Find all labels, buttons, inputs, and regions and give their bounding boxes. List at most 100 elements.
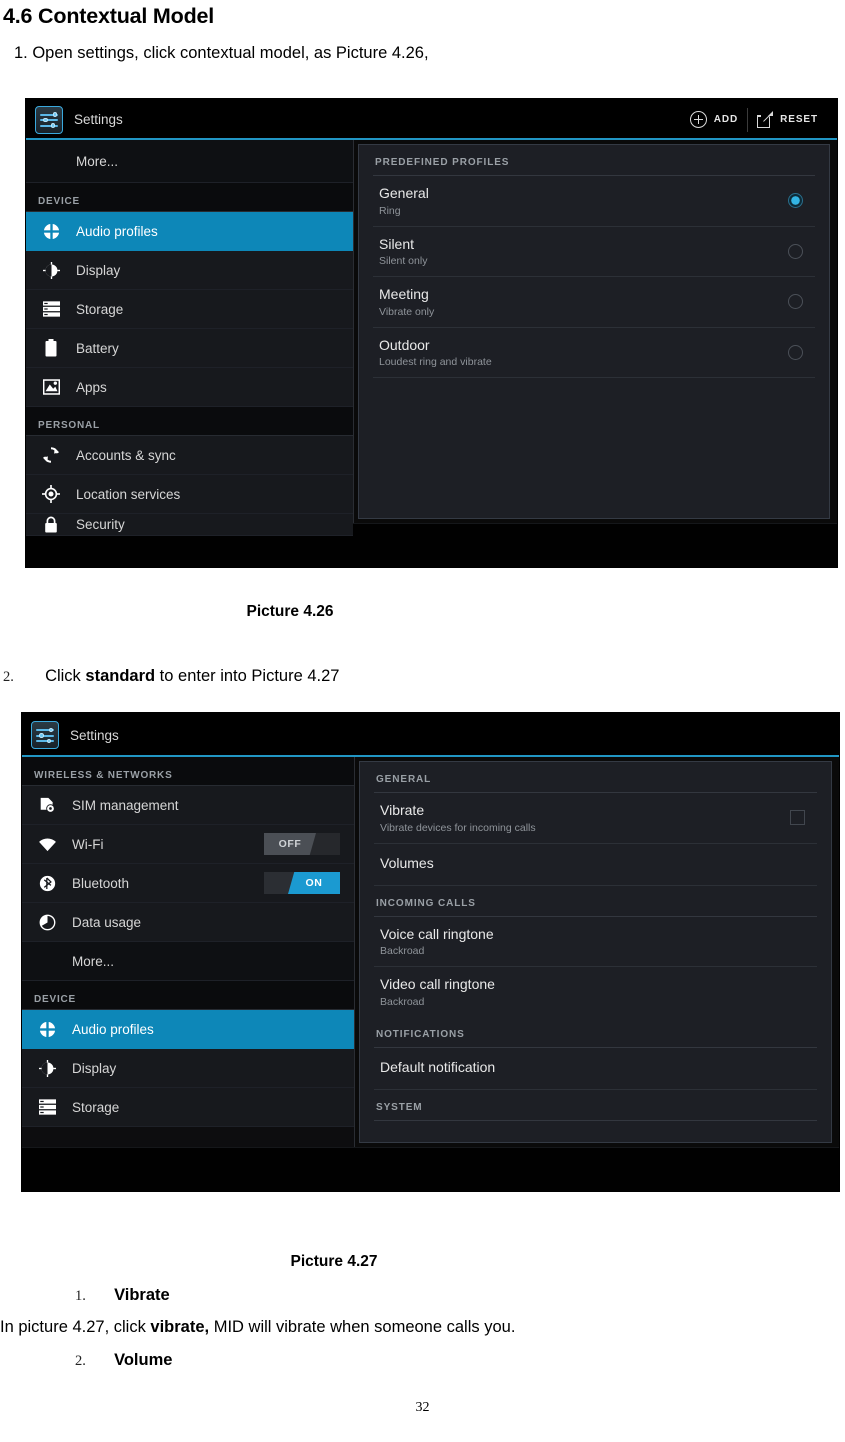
vibrate-checkbox[interactable] xyxy=(790,810,805,826)
setting-row-voice-call-ringtone[interactable]: Voice call ringtone Backroad xyxy=(374,917,817,967)
settings-sidebar-427: WIRELESS & NETWORKS SIM management Wi-Fi xyxy=(22,757,355,1147)
setting-row-default-notification[interactable]: Default notification xyxy=(374,1048,817,1090)
sidebar-item-label: Storage xyxy=(76,301,124,317)
sidebar-item-sim-management[interactable]: SIM management xyxy=(22,786,354,825)
profile-subtitle: Vibrate only xyxy=(379,305,435,318)
wifi-toggle-label: OFF xyxy=(264,833,316,855)
add-button[interactable]: ADD xyxy=(681,99,747,140)
step-2-number: 2. xyxy=(3,669,14,685)
sidebar-item-audio-profiles[interactable]: Audio profiles xyxy=(22,1010,354,1049)
sidebar-item-storage[interactable]: Storage xyxy=(26,290,353,329)
profile-row-silent[interactable]: Silent Silent only xyxy=(373,227,815,277)
group-header-general: GENERAL xyxy=(374,762,817,793)
bluetooth-toggle[interactable]: ON xyxy=(264,872,340,894)
sidebar-item-label: Accounts & sync xyxy=(76,447,176,463)
profile-row-meeting[interactable]: Meeting Vibrate only xyxy=(373,277,815,328)
android-navigation-bar-427[interactable] xyxy=(22,1147,839,1191)
sidebar-item-label: Data usage xyxy=(72,914,142,930)
document-page: 4.6 Contextual Model 1. Open settings, c… xyxy=(0,0,845,1415)
sidebar-item-security[interactable]: Security xyxy=(26,514,353,536)
sub-item-2-volume: 2. Volume xyxy=(75,1351,172,1370)
sidebar-header-label: PERSONAL xyxy=(38,420,100,431)
wifi-toggle[interactable]: OFF xyxy=(264,833,340,855)
setting-row-volumes[interactable]: Volumes xyxy=(374,844,817,886)
sidebar-header-label: WIRELESS & NETWORKS xyxy=(34,770,173,781)
app-title-426: Settings xyxy=(74,112,123,127)
sidebar-item-wifi[interactable]: Wi-Fi OFF xyxy=(22,825,354,864)
audio-profiles-icon xyxy=(36,1020,58,1038)
page-title: 4.6 Contextual Model xyxy=(3,4,215,28)
setting-row-video-call-ringtone[interactable]: Video call ringtone Backroad xyxy=(374,967,817,1017)
sidebar-item-label: SIM management xyxy=(72,797,179,813)
sidebar-item-label: Display xyxy=(72,1060,117,1076)
sidebar-item-audio-profiles[interactable]: Audio profiles xyxy=(26,212,353,251)
group-header-incoming-calls: INCOMING CALLS xyxy=(374,886,817,917)
sidebar-item-label: Security xyxy=(76,517,125,532)
sub-item-1-number: 1. xyxy=(75,1288,86,1304)
sidebar-header-label: DEVICE xyxy=(38,196,81,207)
bluetooth-toggle-label: ON xyxy=(288,872,340,894)
setting-row-vibrate[interactable]: Vibrate Vibrate devices for incoming cal… xyxy=(374,793,817,844)
sub-item-1-body-bold: vibrate, xyxy=(150,1318,210,1336)
settings-detail-pane-427: GENERAL Vibrate Vibrate devices for inco… xyxy=(355,757,839,1147)
profile-text: General Ring xyxy=(379,185,788,217)
profile-text: Meeting Vibrate only xyxy=(379,286,788,318)
sim-card-icon xyxy=(36,797,58,814)
sidebar-item-storage[interactable]: Storage xyxy=(22,1088,354,1127)
sidebar-item-label: Display xyxy=(76,262,121,278)
audio-profiles-icon xyxy=(40,222,62,240)
sidebar-item-location-services[interactable]: Location services xyxy=(26,475,353,514)
plus-circle-icon xyxy=(689,111,707,128)
sidebar-item-display[interactable]: Display xyxy=(22,1049,354,1088)
audio-profile-settings-card: GENERAL Vibrate Vibrate devices for inco… xyxy=(359,761,832,1143)
sidebar-item-label: Audio profiles xyxy=(72,1021,154,1037)
sidebar-item-label: More... xyxy=(76,153,119,169)
wifi-icon xyxy=(36,837,58,852)
setting-subtitle: Backroad xyxy=(380,945,425,957)
storage-icon xyxy=(40,301,62,317)
setting-title: Default notification xyxy=(380,1059,496,1076)
profile-row-outdoor[interactable]: Outdoor Loudest ring and vibrate xyxy=(373,328,815,378)
sidebar-item-apps[interactable]: Apps xyxy=(26,368,353,407)
settings-sidebar-426: More... DEVICE Audio profiles Display St… xyxy=(26,140,354,536)
accounts-sync-icon xyxy=(40,446,62,464)
step-1-text: 1. Open settings, click contextual model… xyxy=(14,43,429,62)
predefined-profiles-header: PREDEFINED PROFILES xyxy=(373,145,815,176)
profile-title: General xyxy=(379,185,429,201)
bluetooth-icon xyxy=(36,875,58,892)
action-bar-426: Settings ADD RESET xyxy=(26,99,837,140)
sidebar-item-label: More... xyxy=(72,953,115,969)
sidebar-item-more[interactable]: More... xyxy=(26,140,353,183)
battery-icon xyxy=(40,339,62,357)
profile-radio-general[interactable] xyxy=(788,193,803,209)
storage-icon xyxy=(36,1099,58,1115)
profile-text: Outdoor Loudest ring and vibrate xyxy=(379,337,788,369)
location-services-icon xyxy=(40,485,62,503)
setting-text: Video call ringtone Backroad xyxy=(380,976,815,1008)
profile-radio-silent[interactable] xyxy=(788,243,803,259)
app-title-427: Settings xyxy=(70,727,119,743)
sub-item-1-vibrate: 1. Vibrate xyxy=(75,1286,170,1305)
reset-button[interactable]: RESET xyxy=(748,99,827,140)
profile-subtitle: Silent only xyxy=(379,255,428,267)
profile-radio-meeting[interactable] xyxy=(788,294,803,310)
sidebar-header-wireless-networks: WIRELESS & NETWORKS xyxy=(22,757,354,786)
sidebar-item-bluetooth[interactable]: Bluetooth ON xyxy=(22,864,354,903)
sidebar-item-label: Storage xyxy=(72,1099,120,1115)
profile-row-general[interactable]: General Ring xyxy=(373,176,815,227)
sidebar-item-label: Audio profiles xyxy=(76,223,158,239)
profile-radio-outdoor[interactable] xyxy=(788,344,803,360)
sidebar-item-accounts-sync[interactable]: Accounts & sync xyxy=(26,436,353,475)
sub-item-1-label: Vibrate xyxy=(114,1286,170,1304)
sidebar-item-label: Wi-Fi xyxy=(72,836,104,852)
caption-picture-427: Picture 4.27 xyxy=(290,1253,378,1270)
sidebar-item-battery[interactable]: Battery xyxy=(26,329,353,368)
display-brightness-icon xyxy=(36,1059,58,1077)
sidebar-item-more[interactable]: More... xyxy=(22,942,354,981)
profile-subtitle: Loudest ring and vibrate xyxy=(379,356,492,368)
sub-item-2-label: Volume xyxy=(114,1351,173,1369)
predefined-profiles-card: PREDEFINED PROFILES General Ring Silent … xyxy=(358,144,830,519)
sidebar-item-display[interactable]: Display xyxy=(26,251,353,290)
sidebar-item-data-usage[interactable]: Data usage xyxy=(22,903,354,942)
setting-text: Volumes xyxy=(380,855,815,873)
